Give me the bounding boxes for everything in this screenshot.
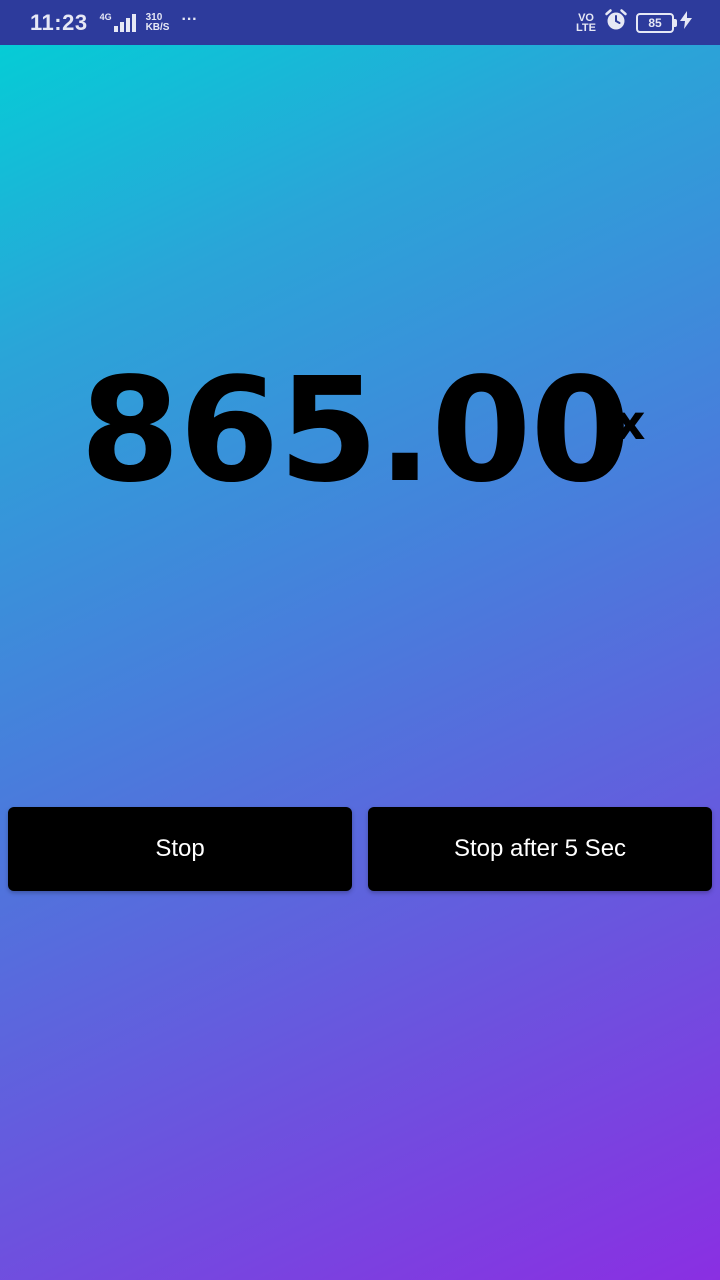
speed-unit: KB/S — [145, 21, 170, 33]
status-bar: 11:23 4G 310 KB/S ··· VO LTE 85 — [0, 0, 720, 45]
battery-level: 85 — [648, 15, 662, 30]
charging-icon — [680, 11, 692, 34]
status-left: 11:23 4G 310 KB/S ··· — [30, 0, 197, 45]
status-right: VO LTE 85 — [576, 0, 692, 45]
volte-icon: VO LTE — [576, 11, 596, 34]
network-speed: 310 KB/S — [145, 11, 170, 33]
volte-bottom: LTE — [576, 21, 596, 34]
more-notifications-icon: ··· — [181, 10, 198, 28]
lux-unit: lx — [598, 395, 646, 451]
volte-top: VO — [578, 11, 594, 24]
stop-button[interactable]: Stop — [8, 807, 352, 891]
stop-after-5-sec-button[interactable]: Stop after 5 Sec — [368, 807, 712, 891]
lux-value: 865.00 — [80, 346, 631, 514]
alarm-icon — [604, 8, 628, 37]
network-type: 4G — [99, 11, 112, 22]
battery-icon: 85 — [636, 12, 677, 33]
status-time: 11:23 — [30, 9, 88, 35]
lux-reading: 865.00 lx — [0, 355, 720, 505]
speed-value: 310 — [145, 11, 163, 23]
signal-icon — [113, 13, 138, 32]
